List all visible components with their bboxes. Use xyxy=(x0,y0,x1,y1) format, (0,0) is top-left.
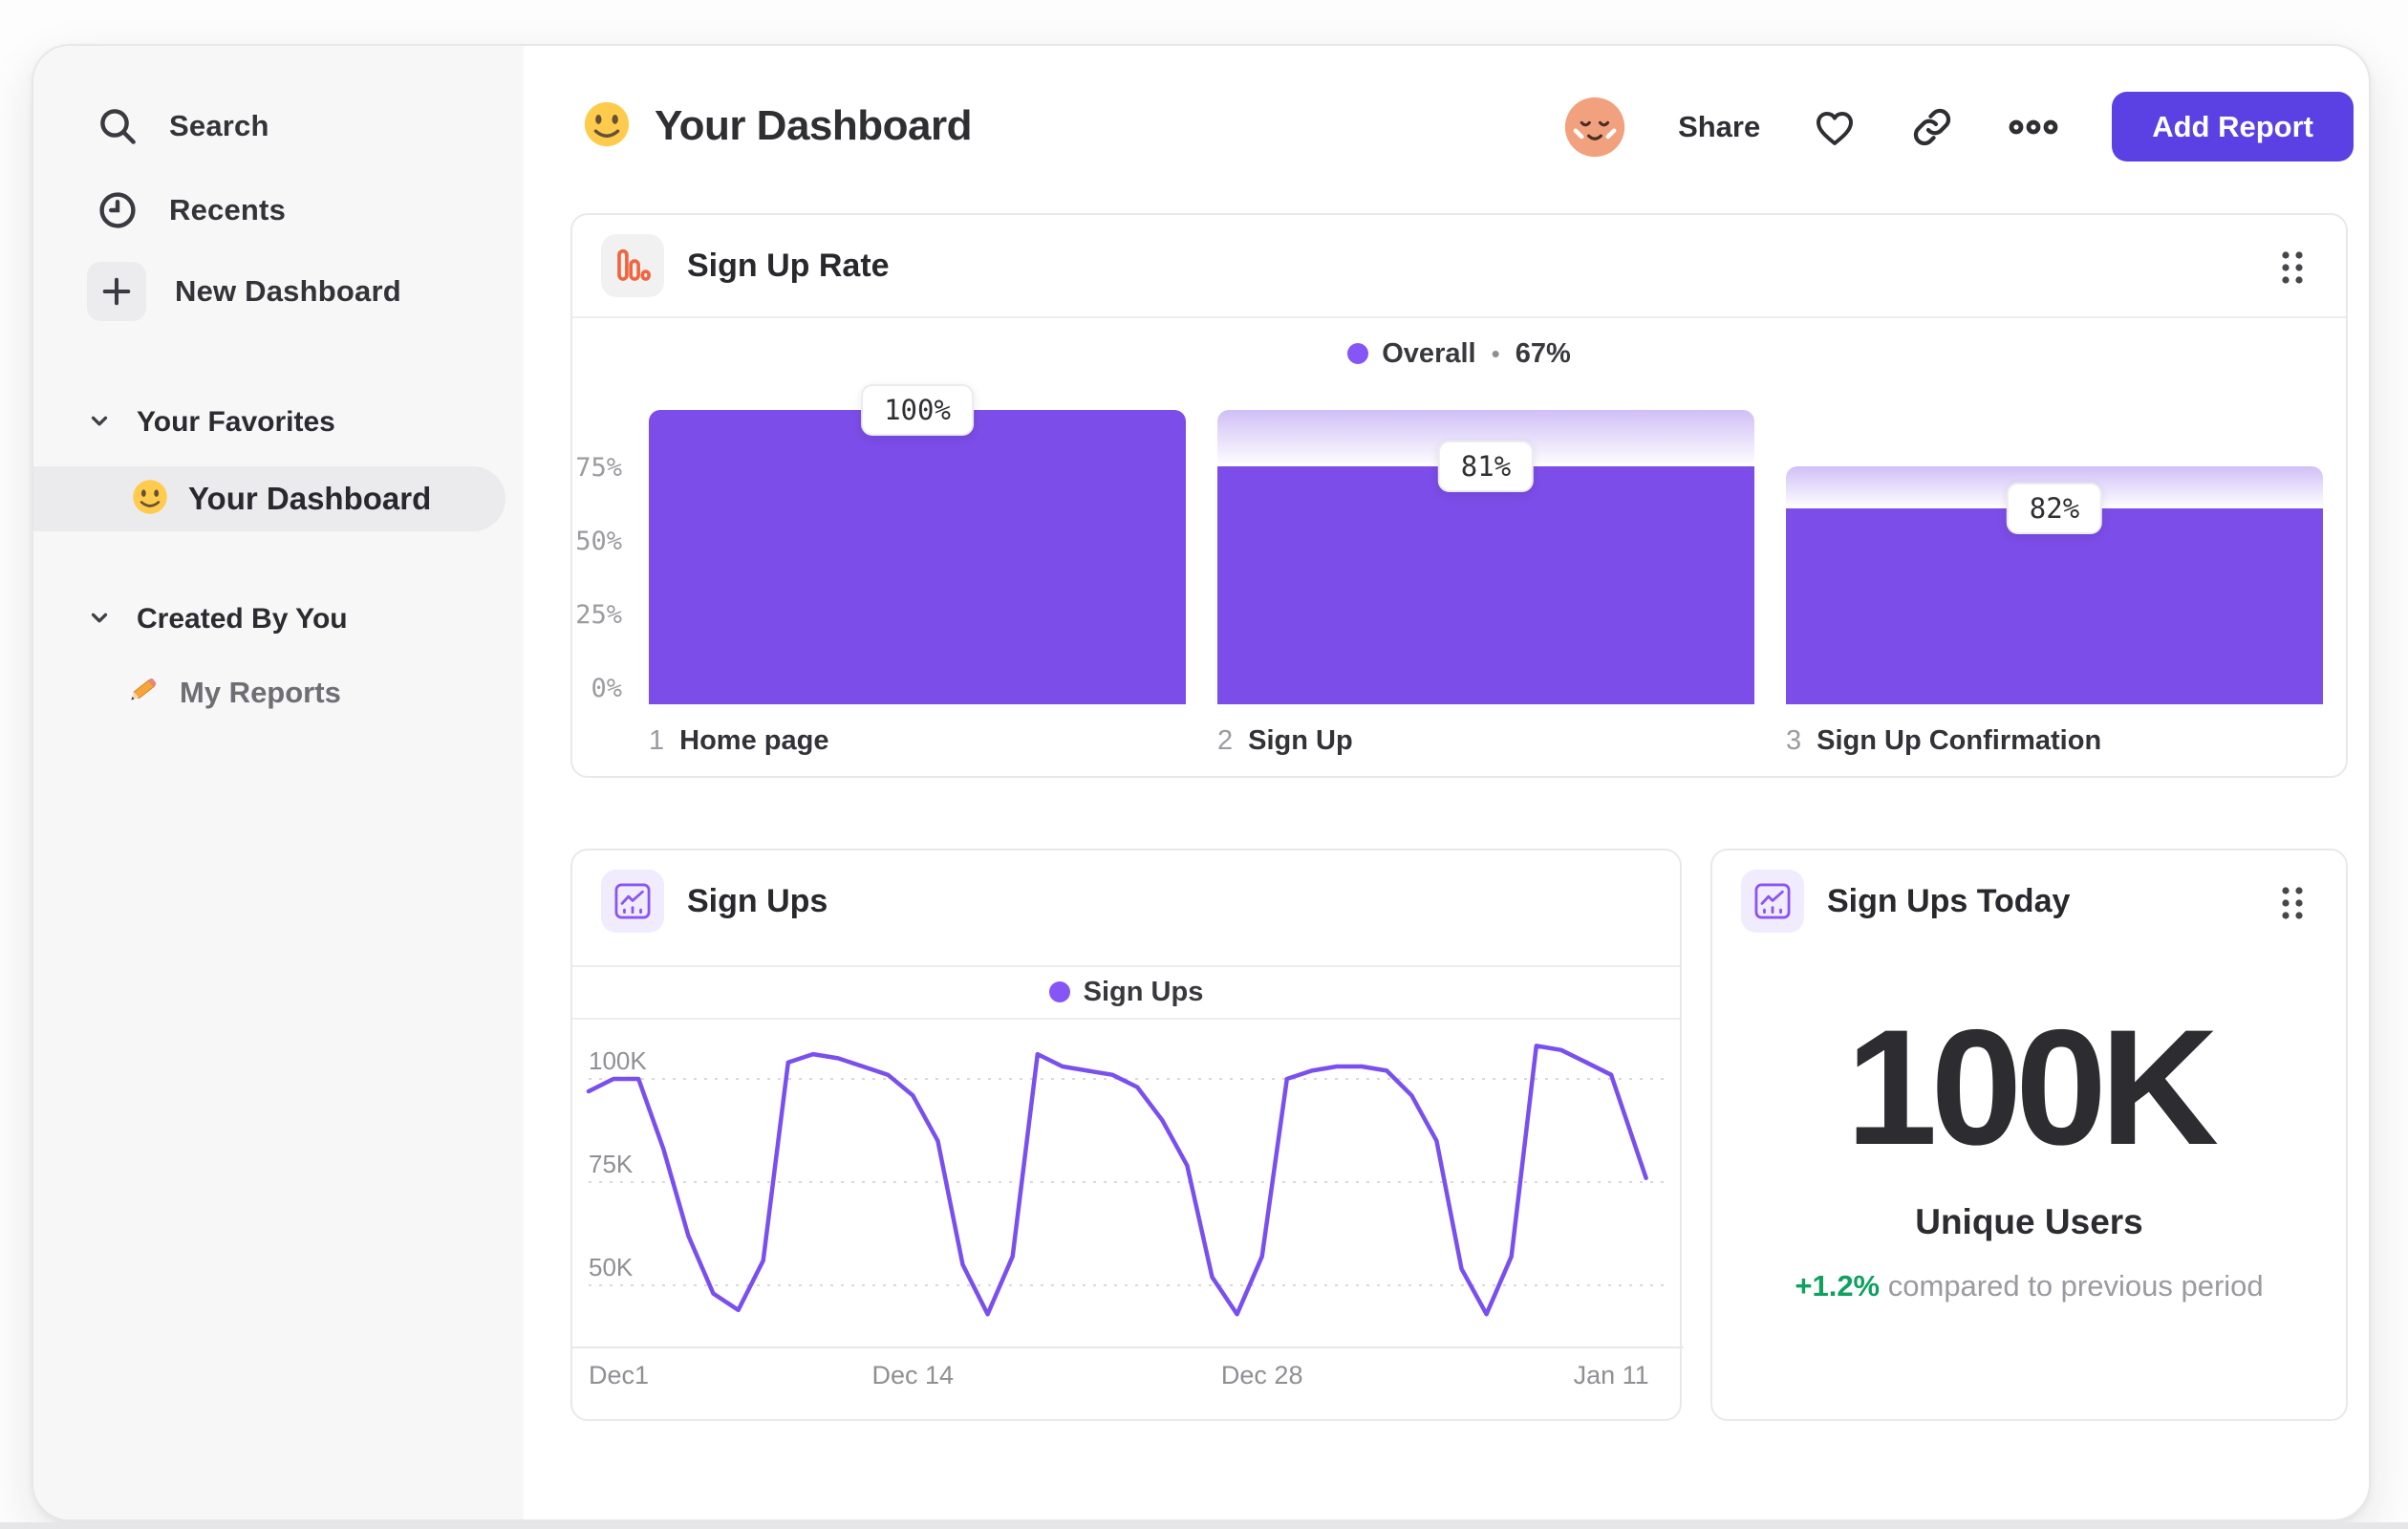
sidebar-item-recents[interactable]: Recents xyxy=(95,180,286,241)
delta-note: compared to previous period xyxy=(1887,1269,2264,1303)
funnel-value-tooltip: 81% xyxy=(1437,440,1535,492)
drag-handle-icon[interactable] xyxy=(2273,247,2311,289)
sidebar-section-title: Created By You xyxy=(137,603,348,635)
card-sign-up-rate: Sign Up Rate Overall • 67% 75% 50% 25% 0% 10… xyxy=(570,213,2348,778)
funnel-chart: 75% 50% 25% 0% 100% 1 Home page 81% 2 Sign Up 82% 3… xyxy=(572,377,2346,779)
avatar[interactable] xyxy=(1563,96,1626,159)
funnel-y-tick: 25% xyxy=(575,600,622,630)
metric-label: Unique Users xyxy=(1915,1202,2143,1241)
funnel-step-label: Sign Up xyxy=(1248,725,1353,756)
funnel-step-number: 1 xyxy=(649,725,665,756)
sidebar-item-your-dashboard[interactable]: Your Dashboard xyxy=(33,466,505,531)
funnel-x-label: 3 Sign Up Confirmation xyxy=(1786,725,2101,757)
smiley-emoji-icon xyxy=(131,478,169,521)
metric-value: 100K xyxy=(1845,996,2219,1179)
page-title-text: Your Dashboard xyxy=(655,102,973,149)
funnel-value-tooltip: 82% xyxy=(2006,483,2103,535)
share-button[interactable]: Share xyxy=(1678,110,1760,144)
line-chart-icon xyxy=(1741,870,1804,933)
funnel-x-label: 1 Home page xyxy=(649,725,828,757)
funnel-legend[interactable]: Overall • 67% xyxy=(572,330,2346,377)
sidebar-item-label: My Reports xyxy=(180,676,341,709)
funnel-step-number: 2 xyxy=(1217,725,1234,756)
card-sign-ups-today: Sign Ups Today 100K Unique Users +1.2% c… xyxy=(1710,849,2348,1421)
card-header: Sign Up Rate xyxy=(572,215,2346,316)
card-title: Sign Ups Today xyxy=(1827,882,2071,919)
header-actions: Share Add Report xyxy=(1563,92,2354,162)
chevron-down-icon xyxy=(87,408,112,438)
favorite-heart-icon[interactable] xyxy=(1812,104,1858,150)
legend-dot-icon xyxy=(1347,343,1369,364)
funnel-value-tooltip: 100% xyxy=(861,384,974,436)
funnel-bar[interactable] xyxy=(1786,377,2323,704)
sidebar: Search Recents New Dashboard Your Favori… xyxy=(33,46,524,1519)
smiley-emoji-icon xyxy=(582,99,632,154)
sidebar-item-label: Recents xyxy=(169,193,287,226)
funnel-bar-fill xyxy=(649,410,1186,704)
sidebar-item-label: New Dashboard xyxy=(175,274,401,308)
page-title: Your Dashboard xyxy=(582,92,973,161)
legend-label: Overall xyxy=(1382,337,1476,369)
sidebar-item-label: Your Dashboard xyxy=(188,481,432,516)
screen-edge-strip xyxy=(0,1522,2408,1529)
sidebar-item-label: Search xyxy=(169,109,269,142)
sidebar-section-your-favorites[interactable]: Your Favorites xyxy=(87,398,335,446)
chevron-down-icon xyxy=(87,605,112,635)
plus-icon xyxy=(87,262,146,321)
divider xyxy=(572,316,2346,318)
legend-separator: • xyxy=(1491,338,1500,368)
funnel-y-tick: 0% xyxy=(591,674,622,703)
legend-value: 67% xyxy=(1515,337,1571,369)
copy-link-icon[interactable] xyxy=(1909,104,1955,150)
funnel-step-number: 3 xyxy=(1786,725,1802,756)
more-options-icon[interactable] xyxy=(2007,104,2060,150)
funnel-y-tick: 50% xyxy=(575,527,622,556)
line-series[interactable] xyxy=(586,1044,1648,1317)
funnel-bar[interactable] xyxy=(1217,377,1754,704)
clock-icon xyxy=(95,187,140,233)
line-x-tick: Dec 28 xyxy=(1220,1361,1303,1389)
sidebar-item-search[interactable]: Search xyxy=(95,96,269,157)
line-x-tick: Jan 11 xyxy=(1573,1361,1649,1389)
card-sign-ups: Sign Ups Sign Ups 100K 75K 50K Dec1 Dec 14 De… xyxy=(570,849,1684,1421)
funnel-x-label: 2 Sign Up xyxy=(1217,725,1353,757)
funnel-chart-icon xyxy=(601,234,664,297)
drag-handle-icon[interactable] xyxy=(2273,882,2311,924)
metric-delta: +1.2% compared to previous period xyxy=(1712,1269,2346,1303)
funnel-bar-fill xyxy=(1786,508,2323,704)
card-header: Sign Ups Today xyxy=(1712,851,2346,952)
line-x-tick: Dec1 xyxy=(589,1361,650,1389)
screen: Search Recents New Dashboard Your Favori… xyxy=(0,0,2408,1529)
delta-value: +1.2% xyxy=(1795,1269,1881,1303)
sidebar-section-title: Your Favorites xyxy=(137,406,335,438)
line-chart: 100K 75K 50K Dec1 Dec 14 Dec 28 Jan 11 xyxy=(572,851,1684,1419)
add-report-button[interactable]: Add Report xyxy=(2112,92,2354,162)
line-chart-svg xyxy=(572,1044,1684,1348)
sidebar-item-my-reports[interactable]: My Reports xyxy=(124,664,341,721)
card-title: Sign Up Rate xyxy=(687,247,890,284)
funnel-y-tick: 75% xyxy=(575,453,622,483)
pencil-emoji-icon xyxy=(124,673,161,714)
line-x-tick: Dec 14 xyxy=(871,1361,955,1389)
funnel-step-label: Sign Up Confirmation xyxy=(1817,725,2102,756)
sidebar-item-new-dashboard[interactable]: New Dashboard xyxy=(87,261,401,322)
funnel-bar-fill xyxy=(1217,465,1754,704)
app-window: Search Recents New Dashboard Your Favori… xyxy=(32,44,2371,1521)
sidebar-section-created-by-you[interactable]: Created By You xyxy=(87,595,348,643)
funnel-step-label: Home page xyxy=(679,725,829,756)
search-icon xyxy=(95,103,140,149)
